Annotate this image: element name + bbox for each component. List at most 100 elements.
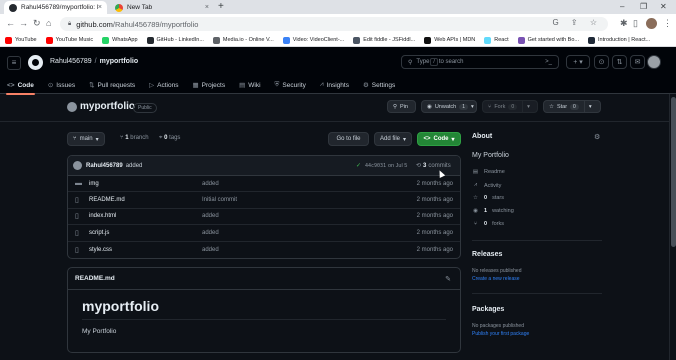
file-name-link[interactable]: index.html bbox=[89, 213, 116, 219]
bookmark-item[interactable]: GitHub - LinkedIn... bbox=[146, 36, 204, 44]
tab-settings[interactable]: ⚙ Settings bbox=[363, 78, 395, 92]
tab-insights[interactable]: ⩘ Insights bbox=[320, 78, 349, 92]
back-icon[interactable]: ← bbox=[6, 18, 15, 28]
file-commit-message[interactable]: added bbox=[202, 181, 219, 187]
browser-menu-icon[interactable]: ⋮ bbox=[663, 18, 672, 29]
bookmark-item[interactable]: Web APIs | MDN bbox=[424, 36, 475, 44]
about-item-watching[interactable]: ◉ 1 watching bbox=[472, 208, 514, 214]
tab-projects[interactable]: ▦ Projects bbox=[192, 78, 225, 92]
commit-sha[interactable]: 44c9031 bbox=[365, 163, 386, 169]
home-icon[interactable]: ⌂ bbox=[46, 18, 51, 28]
publish-package-link[interactable]: Publish your first package bbox=[472, 331, 529, 337]
bookmark-favicon-icon bbox=[45, 36, 53, 44]
omnibox-icons[interactable]: G ⇪ ☆ bbox=[552, 18, 602, 27]
file-name-link[interactable]: README.md bbox=[89, 197, 125, 203]
tab-pull-requests[interactable]: ⇅ Pull requests bbox=[89, 78, 135, 92]
add-file-button[interactable]: Add file ▾ bbox=[374, 132, 412, 146]
tab-github-repo[interactable]: Rahul456789/myportfolio: My Fi × bbox=[4, 1, 107, 14]
star-label: Star bbox=[556, 103, 568, 110]
file-commit-message[interactable]: added bbox=[202, 213, 219, 219]
menu-icon[interactable]: ≡ bbox=[7, 56, 21, 70]
file-commit-message[interactable]: Initial commit bbox=[202, 197, 237, 203]
command-palette-icon[interactable]: >_ bbox=[545, 59, 552, 65]
readme-filename[interactable]: README.md bbox=[75, 275, 115, 282]
breadcrumb-owner[interactable]: Rahul456789 bbox=[50, 58, 92, 65]
about-item-activity[interactable]: ⩘ Activity bbox=[472, 182, 501, 189]
edit-pencil-icon[interactable]: ✎ bbox=[445, 275, 451, 283]
tab-label: Issues bbox=[56, 81, 76, 89]
breadcrumb-repo[interactable]: myportfolio bbox=[100, 58, 139, 65]
close-tab-icon[interactable]: × bbox=[98, 4, 102, 11]
bookmark-item[interactable]: YouTube bbox=[5, 36, 37, 44]
tags-link[interactable]: ⌖ 0 tags bbox=[159, 135, 180, 142]
repo-title[interactable]: myportfolio bbox=[80, 101, 135, 112]
pull-requests-icon[interactable]: ⇅ bbox=[612, 55, 627, 69]
bookmark-item[interactable]: Media.io - Online V... bbox=[212, 36, 274, 44]
tab-actions[interactable]: ▷ Actions bbox=[149, 78, 178, 92]
file-commit-message[interactable]: added bbox=[202, 247, 219, 253]
close-window-icon[interactable]: ✕ bbox=[660, 2, 667, 11]
bookmark-item[interactable]: Introduction | React... bbox=[588, 36, 650, 44]
scrollbar-thumb[interactable] bbox=[671, 97, 676, 247]
commits-link[interactable]: ⟲ 3 commits bbox=[416, 162, 451, 170]
table-row: ▯ script.js added 2 months ago bbox=[68, 225, 460, 242]
about-item-forks[interactable]: ⑂ 0 forks bbox=[472, 221, 504, 227]
url-input[interactable]: 🔒︎ github.com/Rahul456789/myportfolio G … bbox=[60, 17, 608, 31]
star-button[interactable]: ☆ Star 0 ▾ bbox=[543, 100, 601, 113]
about-item-readme[interactable]: ▤ Readme bbox=[472, 169, 505, 175]
file-name-link[interactable]: script.js bbox=[89, 230, 109, 236]
tab-wiki[interactable]: ▤ Wiki bbox=[239, 78, 260, 92]
bookmark-item[interactable]: React bbox=[484, 36, 509, 44]
bookmark-item[interactable]: Get started with Bo... bbox=[517, 36, 579, 44]
forward-icon[interactable]: → bbox=[19, 18, 28, 28]
branch-select[interactable]: ⑂ main ▾ bbox=[67, 132, 105, 146]
browser-profile-avatar[interactable] bbox=[646, 18, 657, 29]
tab-new-tab[interactable]: New Tab × bbox=[110, 1, 214, 14]
search-input[interactable]: ⚲ Type / to search >_ bbox=[401, 55, 559, 69]
file-name-link[interactable]: style.css bbox=[89, 247, 112, 253]
github-logo-icon[interactable] bbox=[28, 55, 43, 70]
readme-header: README.md ✎ bbox=[68, 268, 460, 290]
check-icon[interactable]: ✓ bbox=[356, 162, 361, 169]
create-release-link[interactable]: Create a new release bbox=[472, 276, 520, 282]
notifications-icon[interactable]: ✉ bbox=[630, 55, 645, 69]
new-tab-button[interactable]: + bbox=[218, 1, 224, 12]
tab-issues[interactable]: ⊙ Issues bbox=[48, 78, 75, 92]
go-to-file-button[interactable]: Go to file bbox=[328, 132, 369, 146]
unwatch-button[interactable]: ◉ Unwatch 1 ▾ bbox=[421, 100, 477, 113]
page-scrollbar[interactable] bbox=[669, 94, 676, 360]
tab-security[interactable]: ⛨ Security bbox=[275, 78, 306, 92]
tab-label: Insights bbox=[326, 81, 349, 89]
file-list: ▬ img added 2 months ago ▯ README.md Initial c… bbox=[68, 176, 460, 258]
extensions-icon[interactable]: ✱ bbox=[620, 18, 628, 29]
commit-message[interactable]: added bbox=[126, 163, 143, 169]
add-file-label: Add file bbox=[379, 136, 400, 142]
branches-link[interactable]: ⑂ 1 branch bbox=[120, 135, 149, 141]
bookmark-item[interactable]: WhatsApp bbox=[102, 36, 138, 44]
user-avatar[interactable] bbox=[647, 55, 661, 69]
create-new-button[interactable]: + ▾ bbox=[566, 55, 590, 69]
tab-code[interactable]: <> Code bbox=[6, 78, 35, 95]
code-button[interactable]: <> Code ▾ bbox=[417, 132, 461, 146]
bookmark-item[interactable]: YouTube Music bbox=[45, 36, 93, 44]
close-tab-icon[interactable]: × bbox=[205, 4, 209, 11]
reload-icon[interactable]: ↻ bbox=[33, 18, 41, 29]
commit-author-avatar[interactable] bbox=[73, 161, 82, 170]
minimize-icon[interactable]: – bbox=[620, 2, 624, 11]
about-item-stars[interactable]: ☆ 0 stars bbox=[472, 195, 504, 201]
file-name-link[interactable]: img bbox=[89, 181, 99, 187]
chrome-favicon-icon bbox=[115, 3, 123, 12]
file-commit-message[interactable]: added bbox=[202, 230, 219, 236]
commit-author[interactable]: Rahul456789 bbox=[86, 163, 123, 169]
bookmark-item[interactable]: Edit fiddle - JSFiddl... bbox=[353, 36, 415, 44]
maximize-icon[interactable]: ❐ bbox=[640, 2, 647, 11]
side-panel-icon[interactable]: ▯ bbox=[633, 18, 638, 29]
pin-button[interactable]: ⚲ Pin bbox=[387, 100, 416, 113]
releases-title[interactable]: Releases bbox=[472, 251, 502, 258]
about-item-count: 1 bbox=[484, 208, 488, 214]
bookmark-item[interactable]: Video: VideoClient-... bbox=[282, 36, 344, 44]
issues-icon[interactable]: ⊙ bbox=[594, 55, 609, 69]
packages-title[interactable]: Packages bbox=[472, 306, 504, 313]
gear-icon[interactable]: ⚙ bbox=[594, 133, 600, 141]
fork-button[interactable]: ⑂ Fork 0 ▾ bbox=[482, 100, 538, 113]
